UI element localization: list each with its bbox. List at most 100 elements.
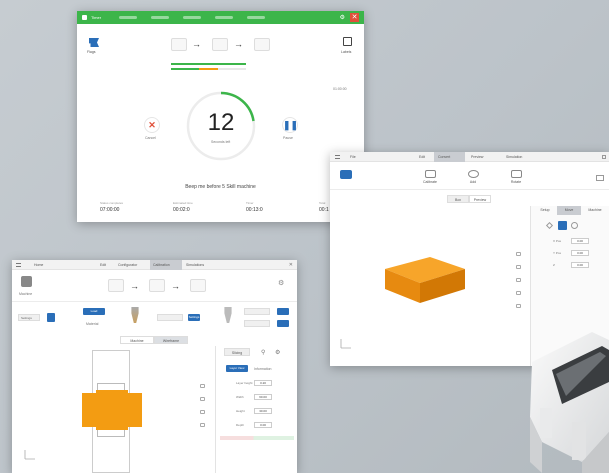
- menu-item[interactable]: Preview: [471, 155, 483, 159]
- view-mode-wireframe[interactable]: Wireframe: [154, 336, 188, 344]
- support-icon[interactable]: [516, 304, 521, 308]
- menu-item[interactable]: Simulations: [186, 263, 204, 267]
- copy-icon[interactable]: [343, 37, 352, 46]
- load-button[interactable]: Load: [83, 308, 105, 315]
- menu-icon[interactable]: [335, 155, 340, 159]
- side-toolbar: [516, 252, 522, 317]
- menu-item-active[interactable]: Calibration: [153, 263, 170, 267]
- stat-item: Total 00:1: [319, 201, 329, 213]
- extruder-field-1[interactable]: [244, 308, 270, 315]
- flag-icon[interactable]: [89, 38, 99, 47]
- mirror-icon[interactable]: [516, 291, 521, 295]
- arrow-right-icon: →: [192, 39, 201, 49]
- slicing-panel: Slicing ⚲ ⚙ Layer View Information Layer…: [215, 346, 297, 473]
- temperature-field[interactable]: [157, 314, 183, 321]
- stat-item: Status completes 07:00:00: [100, 201, 124, 213]
- mirror-icon[interactable]: [200, 423, 205, 427]
- copy-label: Labels: [341, 50, 352, 54]
- panel-tab[interactable]: Machine: [581, 206, 609, 215]
- step-3[interactable]: [254, 38, 270, 51]
- side-toolbar: [200, 384, 206, 436]
- layers-icon[interactable]: [340, 170, 352, 179]
- tool-rotate[interactable]: Rotate: [506, 170, 526, 184]
- panel-tab-active[interactable]: Layer View: [226, 365, 248, 372]
- step-1[interactable]: [108, 279, 124, 292]
- printer-icon[interactable]: [21, 276, 32, 287]
- arrow-right-icon: →: [130, 281, 139, 291]
- view-button-preview[interactable]: Preview: [469, 195, 491, 203]
- settings-icon[interactable]: ⚙: [340, 14, 345, 21]
- close-icon[interactable]: ✕: [350, 13, 359, 22]
- scale-icon[interactable]: [200, 397, 205, 401]
- status-strip: [220, 436, 294, 440]
- extruder-button-2[interactable]: [277, 320, 289, 327]
- step-1[interactable]: [171, 38, 187, 51]
- menu-item[interactable]: Edit: [419, 155, 425, 159]
- slicer-window: Home Edit Configurator Calibration Simul…: [12, 260, 297, 473]
- field-height[interactable]: Height 30.00: [236, 408, 272, 414]
- extruder-button-1[interactable]: [277, 308, 289, 315]
- extruder-field-2[interactable]: [244, 320, 270, 327]
- scale-icon[interactable]: [516, 265, 521, 269]
- panel-tab[interactable]: Information: [254, 367, 272, 371]
- pause-button[interactable]: ❚❚: [282, 117, 298, 133]
- settings-icon[interactable]: ⚙: [278, 279, 284, 287]
- machine-label: Machine: [19, 292, 33, 296]
- field-y[interactable]: Y Pos 0.00: [553, 250, 589, 256]
- field-z[interactable]: Z 0.00: [553, 262, 589, 268]
- cancel-button[interactable]: ✕: [144, 117, 160, 133]
- menu-item-active[interactable]: Convert: [438, 155, 450, 159]
- tool-calibrate[interactable]: Calibrate: [420, 170, 440, 184]
- breadcrumb-step[interactable]: [119, 16, 138, 19]
- stat-item: Estimated time 00:02:0: [173, 201, 193, 213]
- progress-label: 01:00:00: [333, 87, 347, 91]
- field-layer-height[interactable]: Layer height 0.20: [236, 380, 272, 386]
- orange-part-model[interactable]: [82, 390, 142, 430]
- extruder-icon: [224, 307, 232, 323]
- breadcrumb-step[interactable]: [215, 16, 234, 19]
- step-3[interactable]: [190, 279, 206, 292]
- move-icon[interactable]: [200, 384, 205, 388]
- rotate-icon[interactable]: [516, 278, 521, 282]
- step-2[interactable]: [149, 279, 165, 292]
- search-icon[interactable]: ⚲: [261, 349, 265, 356]
- breadcrumb-step[interactable]: [151, 16, 170, 19]
- menu-item[interactable]: Configurator: [118, 263, 137, 267]
- profile-count[interactable]: [47, 313, 55, 322]
- breadcrumb-step[interactable]: [183, 16, 202, 19]
- orange-block-model[interactable]: [380, 247, 470, 307]
- menu-item[interactable]: Simulation: [506, 155, 522, 159]
- move-icon[interactable]: [516, 252, 521, 256]
- printer-photo: [530, 332, 609, 473]
- sphere-icon[interactable]: [571, 222, 578, 229]
- menu-item[interactable]: Edit: [100, 263, 106, 267]
- breadcrumb-step[interactable]: [247, 16, 266, 19]
- view-mode-machine[interactable]: Machine: [120, 336, 154, 344]
- status-message: Beep me before 5 Skill machine: [185, 184, 256, 190]
- settings-button[interactable]: Settings: [188, 314, 200, 321]
- field-x[interactable]: X Pos 0.00: [553, 238, 589, 244]
- menu-item[interactable]: File: [350, 155, 356, 159]
- menu-bar: Home Edit Configurator Calibration Simul…: [12, 260, 297, 270]
- tool-add[interactable]: Add: [463, 170, 483, 184]
- cube-icon[interactable]: [558, 221, 567, 230]
- panel-tab-active[interactable]: Move: [557, 206, 581, 215]
- profile-select[interactable]: Settings: [18, 314, 40, 321]
- menu-item[interactable]: Home: [34, 263, 43, 267]
- menu-icon[interactable]: [16, 263, 21, 267]
- progress-bar-top: [171, 63, 246, 65]
- panel-tab[interactable]: Setup: [533, 206, 557, 215]
- tool-row: Machine → → ⚙: [12, 270, 297, 302]
- step-2[interactable]: [212, 38, 228, 51]
- slicing-button[interactable]: Slicing: [224, 348, 250, 356]
- rotate-icon[interactable]: [200, 410, 205, 414]
- select-icon[interactable]: [545, 221, 554, 230]
- field-depth[interactable]: Depth 0.00: [236, 422, 272, 428]
- panel-toggle-icon[interactable]: [596, 175, 604, 181]
- arrow-right-icon: →: [234, 39, 243, 49]
- view-button-box[interactable]: Box: [447, 195, 469, 203]
- close-icon[interactable]: ✕: [289, 262, 293, 268]
- field-width[interactable]: Width 60.00: [236, 394, 272, 400]
- gear-icon[interactable]: ⚙: [275, 349, 280, 356]
- minimize-icon[interactable]: [602, 155, 606, 159]
